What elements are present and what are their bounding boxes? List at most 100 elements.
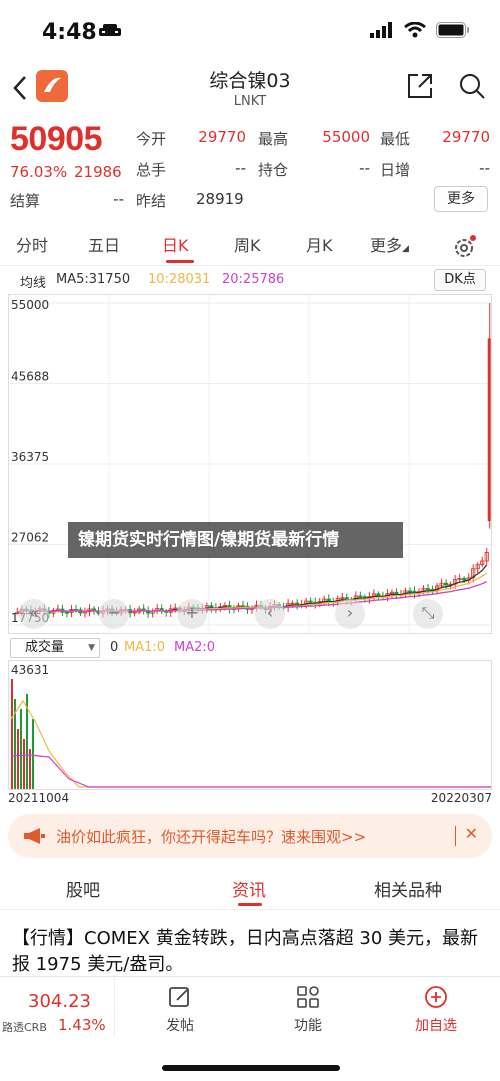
tab-monthly-k[interactable]: 月K — [306, 232, 333, 256]
change-value: 21986 — [74, 163, 122, 181]
volume-bar — [32, 719, 34, 789]
tab-more[interactable]: 更多◢ — [370, 232, 409, 256]
home-indicator — [162, 1065, 340, 1071]
sub-tab-underline — [238, 903, 262, 906]
index-price: 304.23 — [28, 991, 91, 1012]
volume-bar — [17, 729, 19, 789]
ma10-value: 10:28031 — [148, 272, 211, 287]
settle-value: -- — [113, 190, 124, 208]
volume-indicator-select[interactable]: 成交量 ▼ — [10, 638, 100, 658]
settle-label: 结算 — [10, 192, 41, 210]
nav-bar: 综合镍03 LNKT — [0, 62, 500, 114]
last-price: 50905 — [10, 120, 103, 158]
dk-button[interactable]: DK点 — [434, 269, 486, 291]
scroll-left-icon[interactable]: « — [19, 599, 49, 629]
post-button[interactable]: 发帖 — [140, 985, 220, 1035]
index-name: 路透CRB — [2, 1021, 47, 1034]
quote-panel: 50905 76.03% 21986 今开 29770 最高 55000 最低 … — [0, 118, 500, 218]
news-item[interactable]: 【行情】COMEX 黄金转跌，日内高点落超 30 美元，最新报 1975 美元/… — [12, 926, 490, 978]
tab-daily-k[interactable]: 日K — [162, 232, 189, 256]
wifi-icon — [404, 22, 426, 38]
scroll-next-icon[interactable]: › — [335, 599, 365, 629]
candle-body — [425, 588, 431, 590]
volume-ma2: MA2:0 — [174, 640, 216, 655]
candle-body — [407, 590, 413, 593]
tab-underline — [166, 260, 194, 263]
megaphone-icon — [24, 828, 45, 844]
volume-ma1-line — [10, 699, 491, 788]
high-value: 55000 — [322, 128, 370, 146]
ma5-value: MA5:31750 — [56, 272, 131, 287]
function-label: 功能 — [294, 1018, 322, 1034]
y-tick-label: 55000 — [11, 298, 49, 312]
settings-gear-icon[interactable] — [452, 234, 478, 260]
volume-bar — [20, 709, 22, 789]
kline-svg: 5500045688363752706217750 — [9, 295, 493, 635]
function-button[interactable]: 功能 — [268, 985, 348, 1035]
volume-value: 0 — [110, 640, 119, 655]
ma-label: 均线 — [20, 276, 47, 291]
tab-related[interactable]: 相关品种 — [374, 876, 442, 901]
volume-select-label: 成交量 — [25, 640, 65, 655]
watermark-banner: 镍期货实时行情图/镍期货最新行情 — [68, 522, 403, 558]
open-label: 今开 — [136, 130, 167, 148]
period-tabs: 分时 五日 日K 周K 月K 更多◢ — [0, 226, 500, 266]
change-pct: 76.03% — [10, 163, 68, 181]
open-value: 29770 — [198, 128, 246, 146]
volume-label: 总手 — [136, 161, 167, 179]
ad-banner[interactable]: 油价如此疯狂，你还开得起车吗？速来围观>> ✕ — [8, 814, 492, 858]
tab-intraday[interactable]: 分时 — [16, 232, 48, 256]
close-icon[interactable]: ✕ — [465, 824, 478, 843]
fullscreen-icon[interactable]: ⤡ — [413, 599, 443, 629]
divider — [114, 977, 115, 1037]
daily-inc-label: 日增 — [380, 161, 411, 179]
triangle-icon: ◢ — [402, 244, 409, 254]
volume-svg — [10, 679, 491, 789]
oi-value: -- — [359, 159, 370, 177]
post-label: 发帖 — [166, 1018, 194, 1034]
add-watchlist-label: 加自选 — [415, 1018, 457, 1034]
chart-controls: « − + ‹ › ⤡ — [9, 595, 493, 631]
volume-max-label: 43631 — [11, 663, 50, 677]
ad-text[interactable]: 油价如此疯狂，你还开得起车吗？速来围观>> — [56, 826, 366, 847]
daily-inc-value: -- — [479, 159, 490, 177]
tab-weekly-k[interactable]: 周K — [234, 232, 261, 256]
tab-news[interactable]: 资讯 — [232, 876, 266, 901]
ma20-value: 20:25786 — [222, 272, 285, 287]
content-tabs: 股吧 资讯 相关品种 — [0, 866, 500, 910]
ma-legend: 均线 MA5:31750 10:28031 20:25786 DK点 — [0, 268, 500, 294]
zoom-out-icon[interactable]: − — [99, 599, 129, 629]
signal-icon — [370, 22, 392, 38]
prev-settle-label: 昨结 — [136, 192, 167, 210]
volume-value: -- — [235, 159, 246, 177]
add-watchlist-button[interactable]: 加自选 — [396, 985, 476, 1035]
ad-divider — [455, 826, 456, 846]
scroll-prev-icon[interactable]: ‹ — [255, 599, 285, 629]
kline-chart[interactable]: 5500045688363752706217750 « − + ‹ › ⤡ — [8, 294, 493, 635]
select-arrow-icon: ▼ — [88, 643, 95, 653]
zoom-in-icon[interactable]: + — [177, 599, 207, 629]
bottom-bar: 304.23 路透CRB 1.43% 发帖 功能 加自选 — [0, 976, 500, 1081]
start-date: 20211004 — [8, 791, 70, 805]
index-pct: 1.43% — [58, 1016, 106, 1034]
tab-five-day[interactable]: 五日 — [88, 232, 120, 256]
y-tick-label: 45688 — [11, 369, 49, 383]
car-icon — [99, 24, 121, 36]
search-icon[interactable] — [458, 72, 486, 100]
low-label: 最低 — [380, 130, 411, 148]
volume-ma2-line — [10, 754, 491, 788]
y-tick-label: 27062 — [11, 531, 49, 545]
status-time: 4:48 — [42, 20, 97, 45]
tab-forum[interactable]: 股吧 — [66, 876, 100, 901]
low-value: 29770 — [442, 128, 490, 146]
edit-icon — [169, 987, 189, 1007]
candle-body — [444, 582, 449, 586]
volume-chart[interactable]: 43631 — [8, 660, 492, 790]
volume-legend: 成交量 ▼ 0 MA1:0 MA2:0 — [0, 636, 500, 660]
add-circle-icon — [425, 986, 447, 1008]
share-icon[interactable] — [406, 72, 434, 100]
candle-body — [462, 578, 467, 581]
more-button[interactable]: 更多 — [434, 186, 488, 212]
tab-more-label: 更多 — [370, 236, 403, 255]
battery-icon — [436, 22, 469, 38]
